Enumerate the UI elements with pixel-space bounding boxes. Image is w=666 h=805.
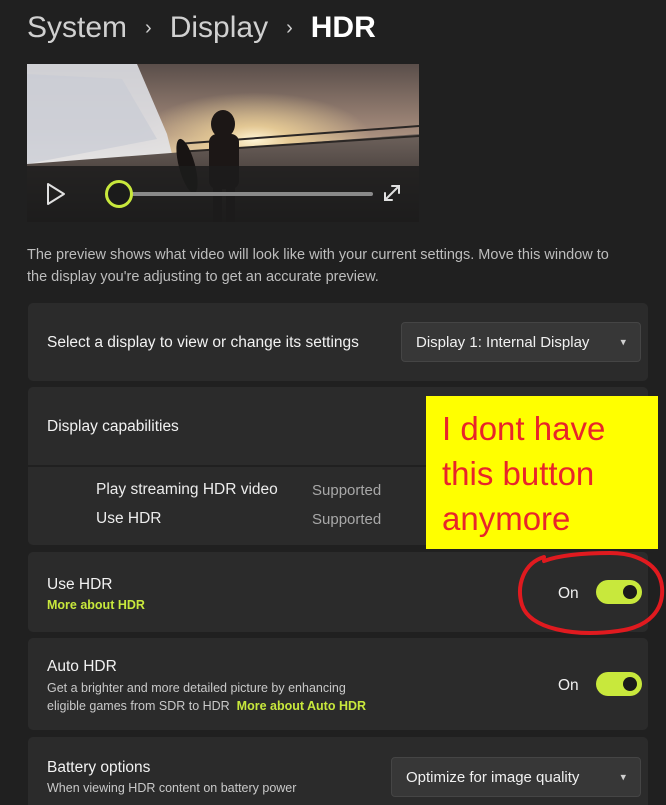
more-about-hdr-link[interactable]: More about HDR	[47, 596, 145, 614]
display-select-label: Select a display to view or change its s…	[47, 334, 359, 351]
breadcrumb-system[interactable]: System	[27, 11, 127, 45]
auto-hdr-card: Auto HDR Get a brighter and more detaile…	[28, 638, 648, 730]
battery-options-title: Battery options	[47, 759, 151, 776]
battery-options-dropdown[interactable]: Optimize for image quality ▾	[391, 757, 641, 797]
capability-value: Supported	[312, 511, 382, 528]
play-icon[interactable]	[45, 181, 67, 207]
capability-name: Play streaming HDR video	[96, 481, 278, 498]
video-preview	[27, 64, 419, 222]
display-select-dropdown[interactable]: Display 1: Internal Display ▾	[401, 322, 641, 362]
chevron-down-icon: ▾	[620, 336, 626, 349]
chevron-down-icon: ▾	[620, 771, 626, 784]
display-select-card: Select a display to view or change its s…	[28, 303, 648, 381]
auto-hdr-toggle[interactable]	[596, 672, 642, 696]
annotation-line: this button	[442, 455, 595, 492]
capabilities-title: Display capabilities	[47, 418, 179, 435]
page-title: HDR	[310, 11, 376, 44]
breadcrumb-display[interactable]: Display	[170, 11, 268, 45]
auto-hdr-title: Auto HDR	[47, 658, 117, 675]
toggle-knob	[623, 677, 637, 691]
battery-options-card: Battery options When viewing HDR content…	[28, 737, 648, 805]
auto-hdr-description-text: eligible games from SDR to HDR	[47, 699, 230, 713]
annotation-callout: I dont have this button anymore	[426, 396, 658, 549]
capability-name: Use HDR	[96, 510, 162, 527]
annotation-line: anymore	[442, 500, 571, 537]
battery-options-value: Optimize for image quality	[406, 768, 580, 786]
breadcrumb-separator-icon: ›	[145, 16, 152, 39]
annotation-line: I dont have	[442, 410, 606, 447]
battery-options-description: When viewing HDR content on battery powe…	[47, 781, 297, 795]
auto-hdr-description-line: Get a brighter and more detailed picture…	[47, 681, 346, 695]
video-progress-thumb[interactable]	[104, 180, 133, 208]
display-select-value: Display 1: Internal Display	[416, 333, 590, 351]
more-about-auto-hdr-link[interactable]: More about Auto HDR	[237, 699, 366, 713]
video-controls	[27, 166, 419, 222]
annotation-circle	[518, 550, 665, 635]
auto-hdr-description-line: eligible games from SDR to HDR More abou…	[47, 697, 467, 715]
preview-description: The preview shows what video will look l…	[27, 247, 609, 285]
capability-value: Supported	[312, 482, 382, 499]
use-hdr-title: Use HDR	[47, 576, 113, 593]
breadcrumb-separator-icon: ›	[286, 16, 293, 39]
video-progress-track[interactable]	[111, 192, 373, 196]
auto-hdr-state: On	[558, 677, 579, 694]
breadcrumb: System › Display › HDR	[27, 6, 376, 50]
fullscreen-icon[interactable]	[381, 182, 403, 204]
auto-hdr-description: Get a brighter and more detailed picture…	[47, 679, 467, 715]
